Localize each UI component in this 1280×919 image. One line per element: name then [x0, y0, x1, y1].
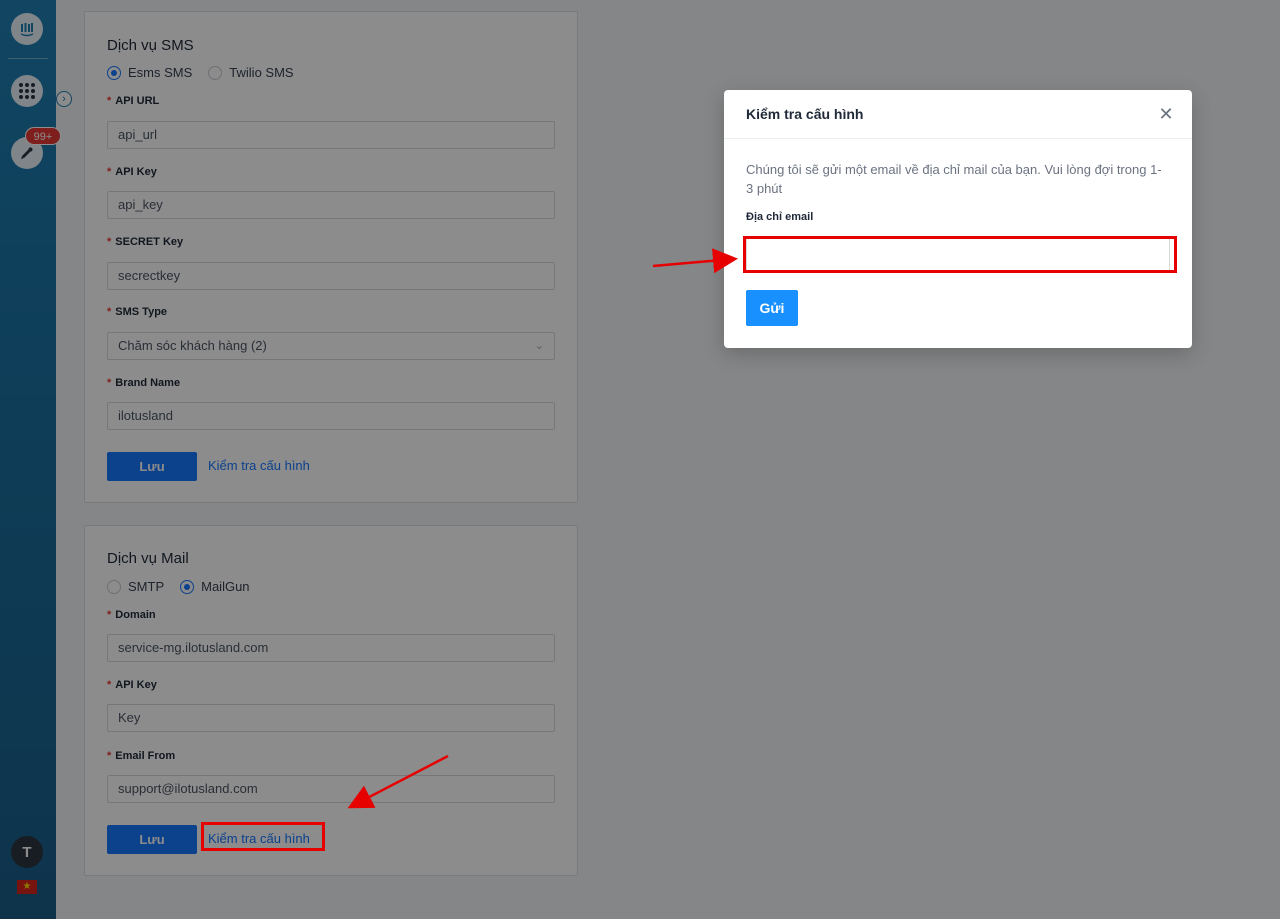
annotation-highlight-email-input	[743, 236, 1177, 273]
test-config-modal: Kiểm tra cấu hình ✕ Chúng tôi sẽ gửi một…	[724, 90, 1192, 348]
annotation-highlight-test-link	[201, 822, 325, 851]
close-icon[interactable]: ✕	[1157, 105, 1175, 123]
email-address-label: Địa chỉ email	[746, 211, 814, 223]
modal-title: Kiểm tra cấu hình	[746, 106, 864, 122]
send-button[interactable]: Gửi	[746, 290, 798, 326]
modal-description: Chúng tôi sẽ gửi một email về địa chỉ ma…	[746, 162, 1162, 196]
modal-header: Kiểm tra cấu hình	[724, 90, 1192, 139]
